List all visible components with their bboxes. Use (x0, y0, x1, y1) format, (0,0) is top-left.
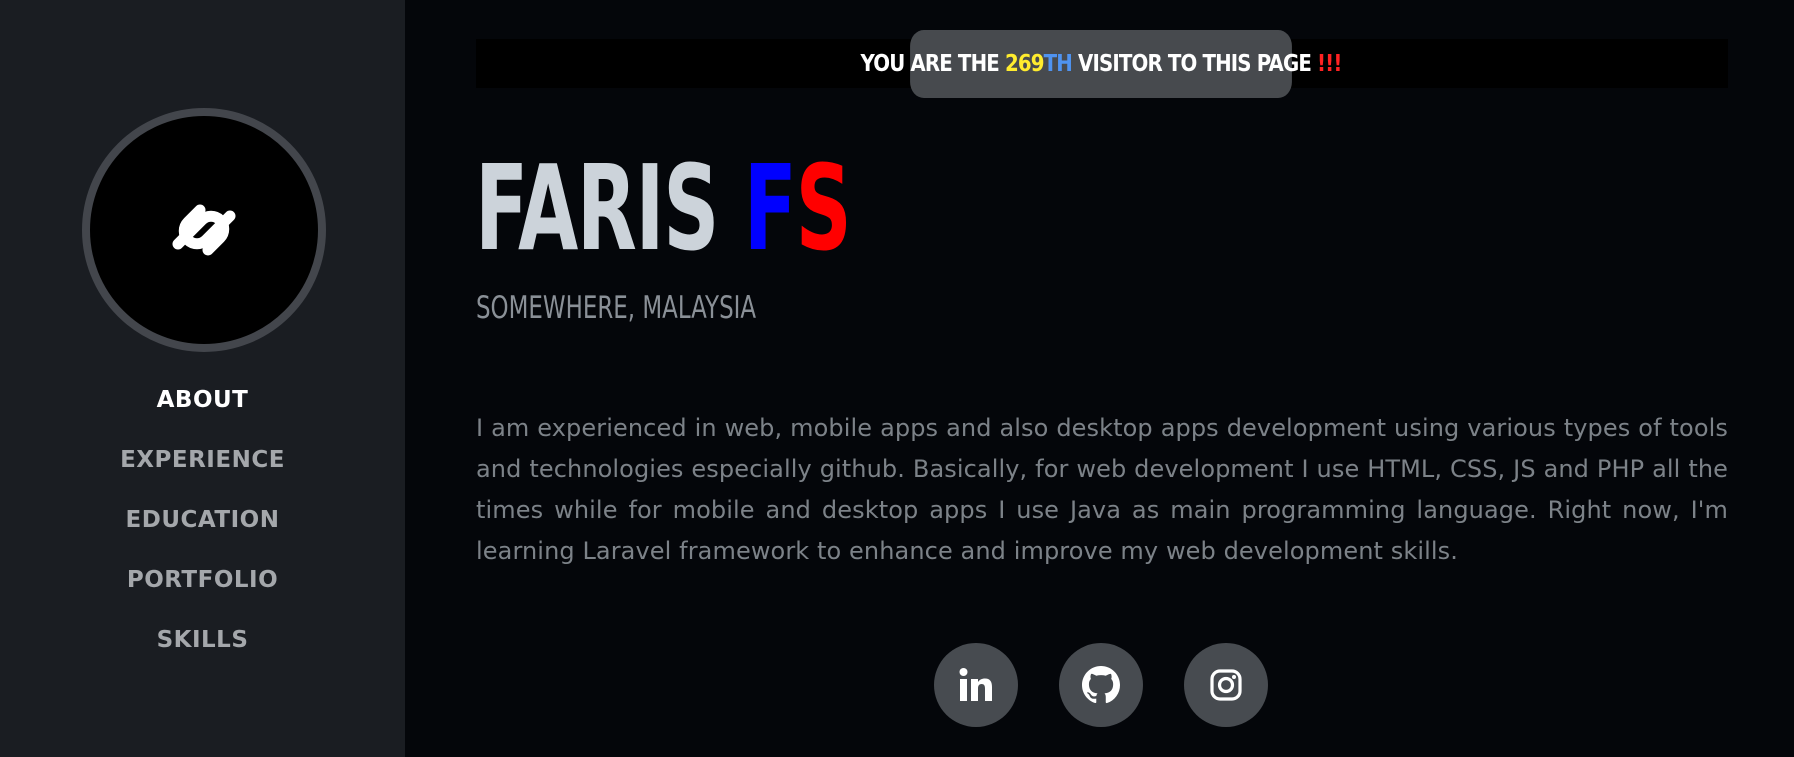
instagram-button[interactable] (1184, 643, 1268, 727)
nav-item-portfolio[interactable]: PORTFOLIO (0, 560, 405, 620)
linkedin-icon (959, 668, 992, 701)
github-icon (1082, 666, 1120, 704)
location-subtitle: SOMEWHERE, MALAYSIA (476, 290, 757, 326)
linkedin-button[interactable] (934, 643, 1018, 727)
bio-paragraph: I am experienced in web, mobile apps and… (476, 414, 1728, 565)
nav-item-about[interactable]: ABOUT (0, 380, 405, 440)
visitor-count: 269 (1004, 51, 1045, 77)
instagram-icon (1210, 669, 1242, 701)
visitor-counter-badge: YOU ARE THE 269 TH VISITOR TO THIS PAGE !… (860, 30, 1342, 98)
page-title: FARIS FS (475, 138, 852, 278)
sidebar: ABOUT EXPERIENCE EDUCATION PORTFOLIO SKI… (0, 0, 405, 757)
main-content: YOU ARE THE 269 TH VISITOR TO THIS PAGE !… (405, 0, 1794, 757)
nav-item-skills[interactable]: SKILLS (0, 620, 405, 680)
first-name: FARIS (475, 139, 744, 277)
nav-item-education[interactable]: EDUCATION (0, 500, 405, 560)
initial-f: F (743, 139, 797, 277)
visitor-prefix: YOU ARE THE (860, 51, 1005, 77)
visitor-exclamation: !!! (1317, 51, 1342, 77)
logo-icon (172, 204, 236, 256)
nav-item-experience[interactable]: EXPERIENCE (0, 440, 405, 500)
avatar[interactable] (82, 108, 326, 352)
visitor-count-suffix: TH (1043, 51, 1073, 77)
sidebar-nav: ABOUT EXPERIENCE EDUCATION PORTFOLIO SKI… (0, 380, 405, 680)
visitor-rest: VISITOR TO THIS PAGE (1072, 51, 1318, 77)
github-button[interactable] (1059, 643, 1143, 727)
initial-s: S (795, 139, 852, 277)
